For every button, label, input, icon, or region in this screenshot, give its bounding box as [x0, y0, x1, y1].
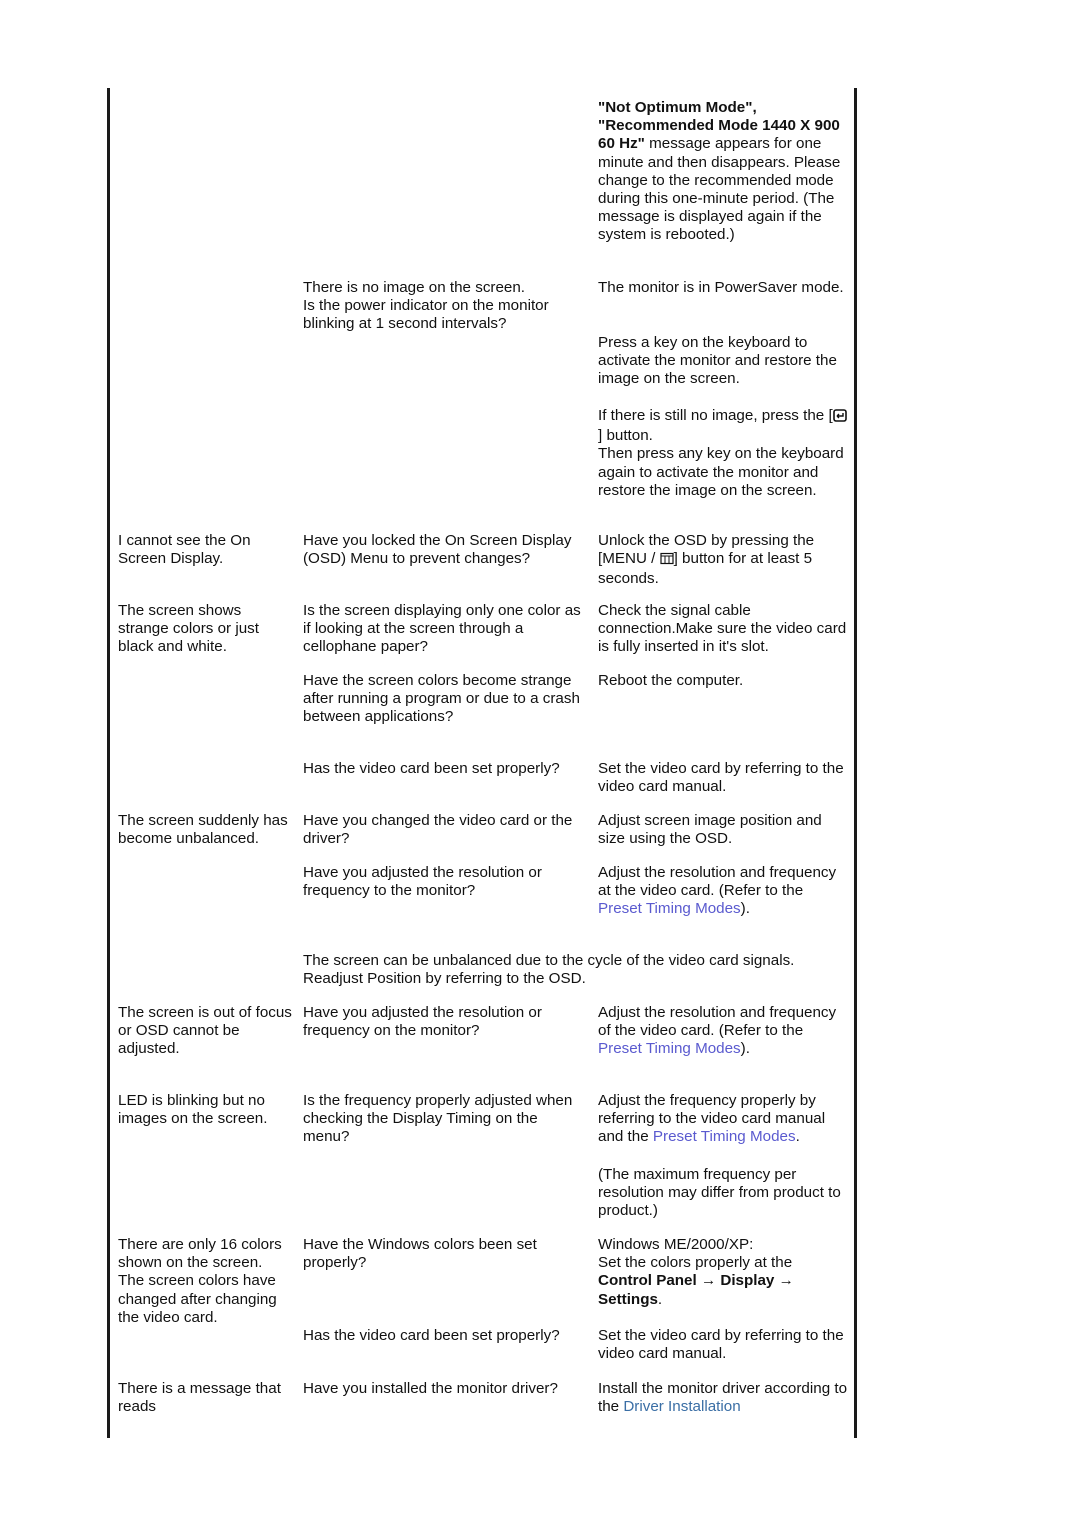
unbalanced-answer-2-post: ).	[740, 900, 750, 918]
led-blinking-answer-post: .	[795, 1128, 800, 1146]
osd-symptom: I cannot see the On Screen Display.	[118, 532, 251, 568]
out-of-focus-answer-pre: Adjust the resolution and frequency of t…	[598, 1004, 837, 1040]
powersaver-answer-4: Then press any key on the keyboard again…	[598, 445, 844, 499]
sixteen-colors-symptom: There are only 16 colors shown on the sc…	[118, 1236, 282, 1326]
unbalanced-answer-1: Adjust screen image position and size us…	[598, 812, 822, 848]
sixteen-colors-check-2: Has the video card been set properly?	[303, 1327, 560, 1344]
unbalanced-answer-2-pre: Adjust the resolution and frequency at t…	[598, 864, 837, 900]
sixteen-colors-answer-1: Windows ME/2000/XP: Set the colors proper…	[598, 1236, 850, 1309]
preset-timing-modes-link[interactable]: Preset Timing Modes	[598, 900, 741, 917]
sixteen-colors-answer-1-end: .	[657, 1290, 663, 1308]
powersaver-answer-3-post: ] button.	[598, 427, 653, 445]
unbalanced-note: The screen can be unbalanced due to the …	[303, 952, 795, 988]
out-of-focus-symptom: The screen is out of focus or OSD cannot…	[118, 1004, 292, 1058]
powersaver-check: There is no image on the screen. Is the …	[303, 279, 549, 333]
out-of-focus-check: Have you adjusted the resolution or freq…	[303, 1004, 542, 1040]
strange-colors-answer-1: Check the signal cable connection.Make s…	[598, 602, 847, 656]
powersaver-answer-2: Press a key on the keyboard to activate …	[598, 334, 837, 388]
powersaver-answer-1: The monitor is in PowerSaver mode.	[598, 279, 844, 296]
table-left-border	[107, 88, 110, 1438]
message-answer: Install the monitor driver according to …	[598, 1380, 860, 1416]
powersaver-answer-3-pre: If there is still no image, press the [	[598, 407, 833, 424]
strange-colors-answer-2: Reboot the computer.	[598, 672, 744, 689]
message-symptom: There is a message that reads	[118, 1380, 281, 1416]
unbalanced-answer-2: Adjust the resolution and frequency at t…	[598, 864, 850, 919]
strange-colors-answer-3: Set the video card by referring to the v…	[598, 760, 844, 796]
sixteen-colors-check-1: Have the Windows colors been set properl…	[303, 1236, 537, 1272]
unbalanced-check-2: Have you adjusted the resolution or freq…	[303, 864, 542, 900]
menu-button-icon	[660, 552, 674, 570]
led-blinking-answer: Adjust the frequency properly by referri…	[598, 1092, 850, 1147]
powersaver-answer-3: If there is still no image, press the []…	[598, 407, 850, 500]
strange-colors-check-2: Have the screen colors become strange af…	[303, 672, 580, 726]
sixteen-colors-answer-2: Set the video card by referring to the v…	[598, 1327, 844, 1363]
led-blinking-check: Is the frequency properly adjusted when …	[303, 1092, 573, 1146]
sixteen-colors-answer-1-os: Windows ME/2000/XP:	[598, 1236, 754, 1253]
driver-installation-link[interactable]: Driver Installation	[623, 1398, 740, 1415]
preset-timing-modes-link[interactable]: Preset Timing Modes	[598, 1040, 741, 1057]
osd-check: Have you locked the On Screen Display (O…	[303, 532, 572, 568]
sixteen-colors-answer-1-pre: Set the colors properly at the	[598, 1254, 793, 1272]
preset-timing-modes-link[interactable]: Preset Timing Modes	[653, 1128, 796, 1145]
out-of-focus-answer: Adjust the resolution and frequency of t…	[598, 1004, 850, 1059]
source-button-icon	[832, 409, 847, 427]
out-of-focus-answer-post: ).	[740, 1040, 750, 1058]
table-right-border	[854, 88, 857, 1438]
unbalanced-check-1: Have you changed the video card or the d…	[303, 812, 573, 848]
strange-colors-check-3: Has the video card been set properly?	[303, 760, 560, 777]
control-panel-path: Control Panel → Display → Settings	[598, 1272, 794, 1308]
strange-colors-symptom: The screen shows strange colors or just …	[118, 602, 259, 656]
osd-answer: Unlock the OSD by pressing the [MENU / ]…	[598, 532, 850, 589]
led-blinking-symptom: LED is blinking but no images on the scr…	[118, 1092, 268, 1128]
unbalanced-symptom: The screen suddenly has become unbalance…	[118, 812, 288, 848]
led-blinking-answer-2: (The maximum frequency per resolution ma…	[598, 1166, 841, 1220]
message-check: Have you installed the monitor driver?	[303, 1380, 558, 1397]
strange-colors-check-1: Is the screen displaying only one color …	[303, 602, 581, 656]
not-optimum-answer: "Not Optimum Mode", "Recommended Mode 14…	[598, 99, 850, 245]
